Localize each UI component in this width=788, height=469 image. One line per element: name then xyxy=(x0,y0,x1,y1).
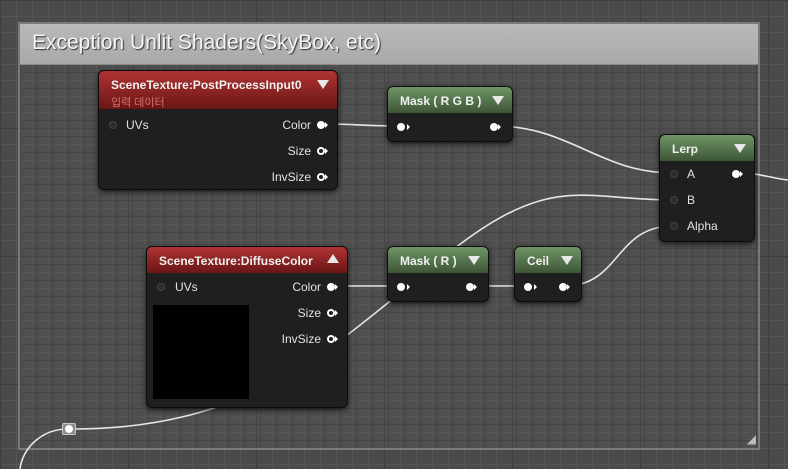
uvs-input-pin[interactable] xyxy=(109,121,117,129)
lerp-b-label: B xyxy=(687,193,696,207)
uvs-input-label: UVs xyxy=(126,118,149,132)
mask-r-output-pin[interactable] xyxy=(466,283,474,291)
pin-arrow-icon xyxy=(498,124,501,130)
color-output-pin[interactable] xyxy=(327,283,335,291)
node-title: Ceil xyxy=(527,254,550,268)
invsize-output-pin[interactable] xyxy=(317,173,325,181)
pin-arrow-icon xyxy=(325,148,328,154)
pin-arrow-icon xyxy=(567,284,570,290)
node-header[interactable]: Ceil xyxy=(515,247,581,273)
node-title: Lerp xyxy=(672,142,699,156)
texture-preview xyxy=(153,305,249,399)
ceil-input-pin[interactable] xyxy=(524,283,532,291)
pin-arrow-icon xyxy=(335,336,338,342)
mask-r-input-pin[interactable] xyxy=(397,283,405,291)
node-title: SceneTexture:DiffuseColor xyxy=(159,254,313,268)
expand-arrow-icon[interactable] xyxy=(327,254,339,263)
invsize-output-label: InvSize xyxy=(281,332,321,346)
ceil-node[interactable]: Ceil xyxy=(514,246,582,302)
size-output-label: Size xyxy=(297,306,321,320)
mask-rgb-node[interactable]: Mask ( R G B ) xyxy=(387,86,513,142)
lerp-node[interactable]: Lerp A B Alpha xyxy=(659,134,755,242)
pin-arrow-icon xyxy=(325,122,328,128)
uvs-input-label: UVs xyxy=(175,280,198,294)
node-header[interactable]: SceneTexture:DiffuseColor xyxy=(147,247,347,273)
node-subtitle: 입력 데이터 xyxy=(111,97,165,109)
invsize-output-pin[interactable] xyxy=(327,335,335,343)
lerp-a-label: A xyxy=(687,167,696,181)
scene-texture-diffuse-node[interactable]: SceneTexture:DiffuseColor UVs Color Size… xyxy=(146,246,348,408)
comment-title[interactable]: Exception Unlit Shaders(SkyBox, etc) xyxy=(32,31,381,55)
pin-arrow-icon xyxy=(474,284,477,290)
lerp-output-pin[interactable] xyxy=(732,170,740,178)
ceil-output-pin[interactable] xyxy=(559,283,567,291)
pin-arrow-icon xyxy=(335,310,338,316)
mask-r-node[interactable]: Mask ( R ) xyxy=(387,246,489,302)
color-output-pin[interactable] xyxy=(317,121,325,129)
pin-arrow-icon xyxy=(325,174,328,180)
lerp-a-input-pin[interactable] xyxy=(670,170,678,178)
collapse-arrow-icon[interactable] xyxy=(734,144,746,153)
node-header[interactable]: Lerp xyxy=(660,135,754,161)
invsize-output-label: InvSize xyxy=(271,170,311,184)
size-output-pin[interactable] xyxy=(327,309,335,317)
pin-arrow-icon xyxy=(335,284,338,290)
pin-arrow-icon xyxy=(534,284,537,290)
pin-arrow-icon xyxy=(407,284,410,290)
resize-grip-icon[interactable]: ◢ xyxy=(742,432,756,446)
lerp-b-input-pin[interactable] xyxy=(670,196,678,204)
comment-header[interactable]: Exception Unlit Shaders(SkyBox, etc) xyxy=(20,24,758,65)
size-output-pin[interactable] xyxy=(317,147,325,155)
lerp-alpha-label: Alpha xyxy=(687,219,718,233)
size-output-label: Size xyxy=(287,144,311,158)
node-header[interactable]: Mask ( R ) xyxy=(388,247,488,273)
collapse-arrow-icon[interactable] xyxy=(317,80,329,89)
collapse-arrow-icon[interactable] xyxy=(468,256,480,265)
color-output-label: Color xyxy=(282,118,311,132)
uvs-input-pin[interactable] xyxy=(157,283,165,291)
collapse-arrow-icon[interactable] xyxy=(561,256,573,265)
reroute-pin[interactable] xyxy=(65,425,73,433)
scene-texture-postprocess-node[interactable]: SceneTexture:PostProcessInput0 입력 데이터 UV… xyxy=(98,70,338,190)
color-output-label: Color xyxy=(292,280,321,294)
mask-rgb-input-pin[interactable] xyxy=(397,123,405,131)
node-title: Mask ( R G B ) xyxy=(400,94,482,108)
node-header[interactable]: Mask ( R G B ) xyxy=(388,87,512,113)
lerp-alpha-input-pin[interactable] xyxy=(670,222,678,230)
reroute-node[interactable] xyxy=(62,423,76,435)
pin-arrow-icon xyxy=(740,171,743,177)
mask-rgb-output-pin[interactable] xyxy=(490,123,498,131)
node-title: SceneTexture:PostProcessInput0 xyxy=(111,78,302,92)
pin-arrow-icon xyxy=(407,124,410,130)
node-header[interactable]: SceneTexture:PostProcessInput0 입력 데이터 xyxy=(99,71,337,109)
collapse-arrow-icon[interactable] xyxy=(492,96,504,105)
node-title: Mask ( R ) xyxy=(400,254,457,268)
